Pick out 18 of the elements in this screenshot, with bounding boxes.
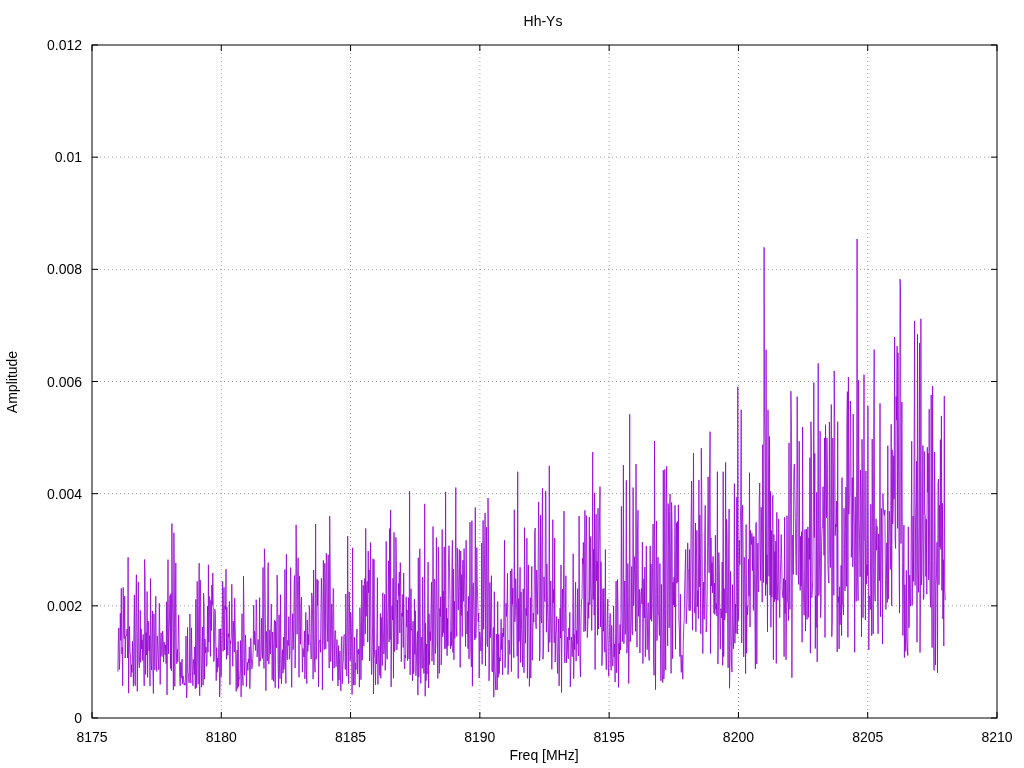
- tick-label: 0.006: [46, 373, 82, 390]
- tick-label: 0.012: [46, 37, 82, 53]
- tick-label: 8205: [852, 729, 884, 745]
- tick-label: 8175: [76, 729, 108, 745]
- tick-label: 0.002: [46, 597, 82, 614]
- tick-label: 8180: [205, 729, 237, 745]
- tick-label: 0.01: [54, 149, 82, 166]
- chart-title: Hh-Ys: [523, 13, 563, 29]
- axis-label: Freq [MHz]: [509, 747, 579, 763]
- tick-label: 8190: [464, 729, 496, 745]
- tick-label: 8200: [722, 729, 754, 745]
- tick-label: 8185: [335, 729, 367, 745]
- tick-label: 0.004: [46, 485, 82, 502]
- axis-label: Amplitude: [4, 350, 20, 414]
- tick-label: 8210: [981, 729, 1013, 745]
- tick-label: 8195: [593, 729, 625, 745]
- tick-label: 0.008: [46, 261, 82, 278]
- tick-label: 0: [74, 710, 82, 726]
